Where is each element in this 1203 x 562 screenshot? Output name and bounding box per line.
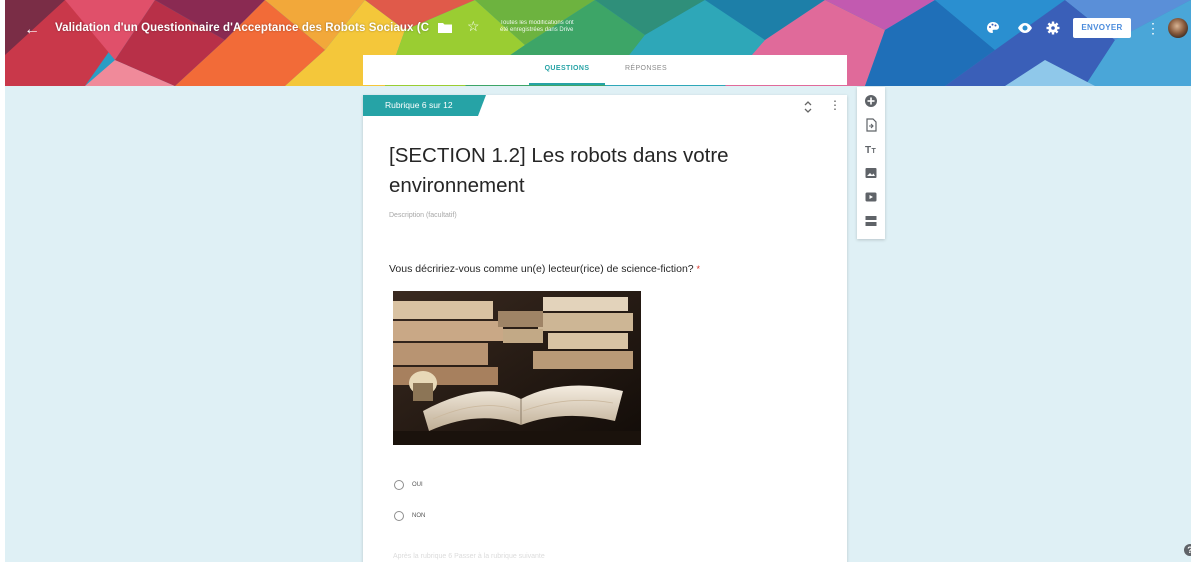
svg-text:T: T (865, 145, 871, 156)
section-tab-label: Rubrique 6 sur 12 (385, 100, 453, 110)
radio-button[interactable] (394, 480, 404, 490)
star-icon[interactable]: ☆ (467, 18, 480, 35)
books-photo (393, 291, 641, 445)
add-image-icon[interactable] (864, 166, 878, 180)
help-icon[interactable]: ? (1184, 544, 1191, 556)
radio-label: OUI (412, 482, 423, 488)
tabs-bar: QUESTIONS RÉPONSES (363, 55, 847, 85)
add-question-icon[interactable] (864, 94, 878, 108)
add-title-icon[interactable]: T T (864, 142, 878, 156)
add-video-icon[interactable] (864, 190, 878, 204)
question-label: Vous décririez-vous comme un(e) lecteur(… (389, 263, 694, 275)
collapse-icon[interactable] (803, 101, 813, 113)
section-more-icon[interactable]: ⋮ (829, 98, 841, 112)
radio-button[interactable] (394, 511, 404, 521)
form-title[interactable]: Validation d'un Questionnaire d'Acceptan… (55, 22, 429, 34)
radio-label: NON (412, 513, 426, 519)
add-section-icon[interactable] (864, 214, 878, 228)
question-text[interactable]: Vous décririez-vous comme un(e) lecteur(… (389, 263, 700, 275)
tab-questions[interactable]: QUESTIONS (529, 55, 605, 85)
svg-text:T: T (872, 148, 877, 155)
section-navigation-text[interactable]: Après la rubrique 6 Passer à la rubrique… (393, 553, 545, 560)
folder-icon[interactable] (438, 22, 452, 33)
save-status-line1: Toutes les modifications ont (500, 20, 574, 26)
palette-icon[interactable] (985, 20, 1001, 36)
save-status: Toutes les modifications ont été enregis… (500, 20, 574, 34)
save-status-line2: été enregistrées dans Drive (500, 27, 574, 33)
app-window: ← Validation d'un Questionnaire d'Accept… (5, 0, 1191, 562)
back-arrow-icon[interactable]: ← (22, 20, 42, 40)
section-title[interactable]: [SECTION 1.2] Les robots dans votre envi… (389, 141, 809, 201)
import-questions-icon[interactable] (864, 118, 878, 132)
send-button[interactable]: ENVOYER (1073, 18, 1131, 38)
more-vert-icon[interactable]: ⋮ (1146, 20, 1160, 37)
avatar[interactable] (1168, 18, 1188, 38)
section-tab: Rubrique 6 sur 12 (363, 95, 486, 116)
question-image[interactable] (393, 291, 641, 445)
tab-responses[interactable]: RÉPONSES (611, 55, 681, 85)
side-toolbar: T T (857, 87, 885, 239)
section-description-field[interactable]: Description (facultatif) (389, 212, 457, 219)
required-marker: * (696, 264, 701, 274)
settings-gear-icon[interactable] (1045, 20, 1061, 36)
preview-eye-icon[interactable] (1017, 20, 1033, 36)
section-card: Rubrique 6 sur 12 ⋮ [SECTION 1.2] Les ro… (363, 95, 847, 562)
